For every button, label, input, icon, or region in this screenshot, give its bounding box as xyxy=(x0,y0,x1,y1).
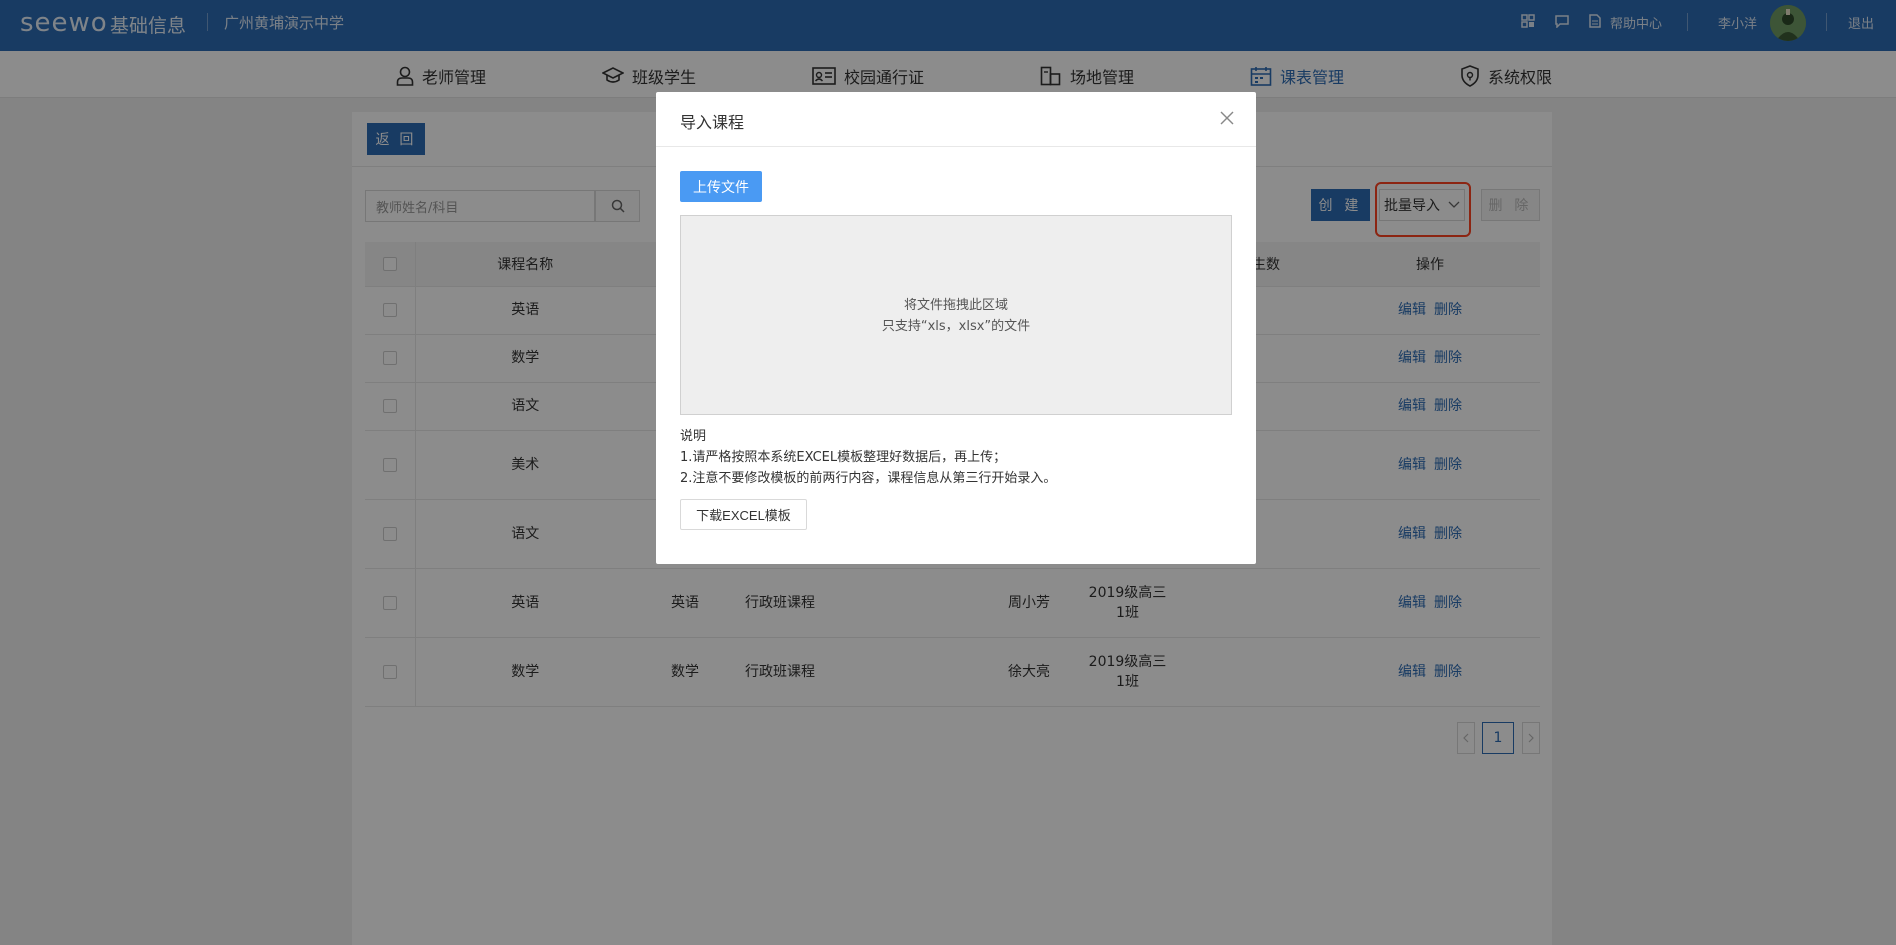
import-course-dialog: 导入课程 上传文件 将文件拖拽此区域 只支持“xls，xlsx”的文件 说明 1… xyxy=(656,92,1256,564)
instruction-2: 2.注意不要修改模板的前两行内容，课程信息从第三行开始录入。 xyxy=(680,471,1057,486)
upload-file-button[interactable]: 上传文件 xyxy=(680,171,762,202)
dialog-title: 导入课程 xyxy=(680,113,745,132)
drop-hint: 将文件拖拽此区域 xyxy=(903,298,1008,313)
file-drop-zone[interactable]: 将文件拖拽此区域 只支持“xls，xlsx”的文件 xyxy=(680,215,1232,415)
file-type-hint: 只支持“xls，xlsx”的文件 xyxy=(881,319,1031,334)
close-button[interactable] xyxy=(1218,110,1236,128)
divider xyxy=(656,146,1256,147)
instructions-title: 说明 xyxy=(680,429,707,444)
download-template-button[interactable]: 下载EXCEL模板 xyxy=(680,499,807,530)
close-icon xyxy=(1220,111,1234,125)
instruction-1: 1.请严格按照本系统EXCEL模板整理好数据后，再上传； xyxy=(680,450,1007,465)
